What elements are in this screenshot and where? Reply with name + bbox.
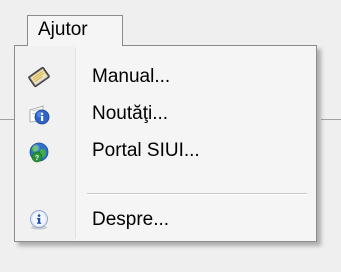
menu-separator-highlight xyxy=(87,194,307,195)
news-info-icon xyxy=(27,102,51,126)
manual-book-icon xyxy=(27,65,51,89)
ajutor-dropdown-menu: Manual... Noutăţi... ? Portal SIUI... De… xyxy=(14,45,317,242)
portal-globe-icon: ? xyxy=(27,139,51,163)
background-divider-left xyxy=(0,119,14,120)
app-background: Ajutor Manual... Noutăţi... ? Portal SIU… xyxy=(0,0,341,272)
menu-item-portal-siui-label: Portal SIUI... xyxy=(92,140,200,161)
background-divider-right xyxy=(321,119,341,120)
menu-item-despre[interactable]: Despre... xyxy=(17,202,314,238)
svg-text:?: ? xyxy=(35,155,39,162)
menu-item-despre-label: Despre... xyxy=(92,209,170,230)
menu-item-manual[interactable]: Manual... xyxy=(17,59,314,95)
menu-ajutor-label: Ajutor xyxy=(38,19,88,40)
about-info-icon xyxy=(27,208,51,232)
menu-item-noutati[interactable]: Noutăţi... xyxy=(17,96,314,132)
menu-ajutor[interactable]: Ajutor xyxy=(27,15,123,46)
menu-item-noutati-label: Noutăţi... xyxy=(92,103,169,124)
menu-item-manual-label: Manual... xyxy=(92,66,171,87)
menu-item-portal-siui[interactable]: ? Portal SIUI... xyxy=(17,133,314,169)
